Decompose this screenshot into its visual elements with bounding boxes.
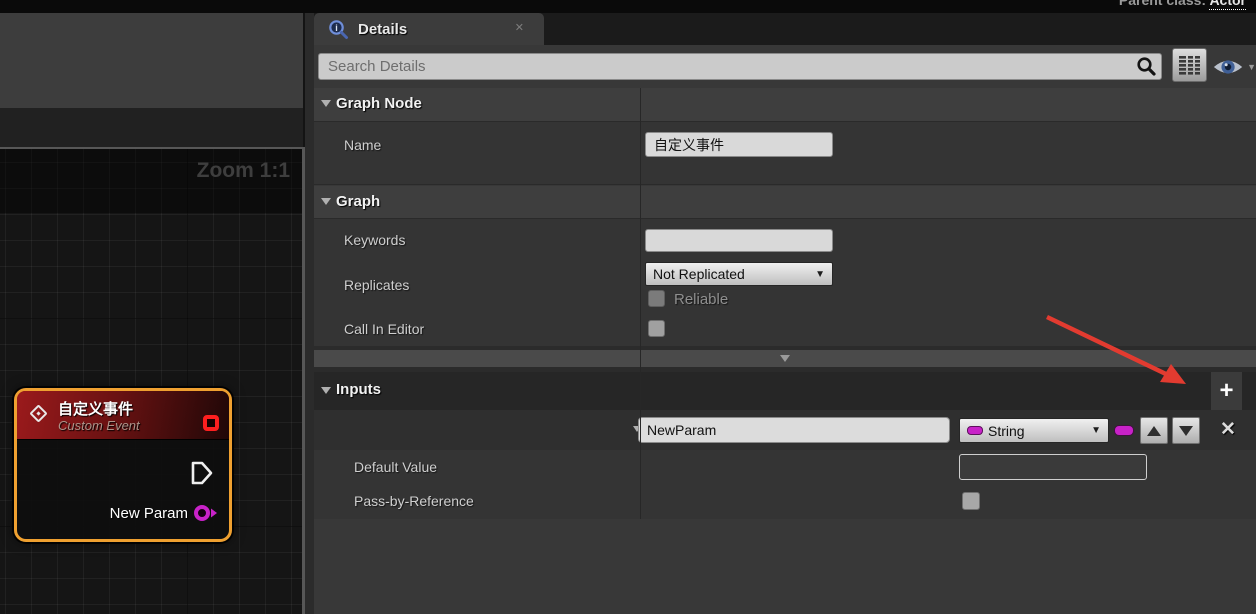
section-header-graph-node[interactable]: Graph Node — [314, 88, 1256, 122]
search-box — [318, 53, 1162, 80]
expand-arrow-icon — [321, 387, 331, 394]
move-param-up-button[interactable] — [1140, 417, 1168, 444]
advanced-expander-bar[interactable] — [314, 350, 1256, 367]
delegate-square-pin[interactable] — [203, 415, 219, 431]
left-empty-panel — [0, 13, 303, 108]
panel-splitter[interactable] — [305, 13, 314, 614]
replicates-value: Not Replicated — [653, 266, 745, 282]
node-title: 自定义事件 — [58, 398, 133, 419]
custom-event-node[interactable]: 自定义事件 Custom Event New Param — [14, 388, 232, 542]
default-value-label: Default Value — [354, 459, 437, 475]
custom-event-icon — [29, 404, 47, 422]
expander-arrow-icon — [780, 355, 790, 362]
svg-text:i: i — [335, 23, 338, 33]
tab-label: Details — [358, 21, 407, 38]
string-type-pill-icon — [967, 426, 983, 435]
graph-tab-strip — [0, 108, 303, 147]
move-param-down-button[interactable] — [1172, 417, 1200, 444]
param-type-dropdown[interactable]: String ▼ — [959, 418, 1109, 443]
default-value-input[interactable] — [959, 454, 1147, 480]
search-details-input[interactable] — [318, 53, 1162, 80]
section-title: Graph — [336, 193, 380, 210]
expand-arrow-icon — [321, 198, 331, 205]
details-info-icon: i — [328, 19, 349, 40]
section-title: Graph Node — [336, 95, 422, 112]
tab-bar: i Details ✕ — [314, 13, 1256, 45]
close-tab-icon[interactable]: ✕ — [515, 21, 524, 34]
section-title: Inputs — [336, 381, 381, 398]
up-arrow-icon — [1147, 426, 1161, 436]
zoom-level-indicator: Zoom 1:1 — [197, 159, 290, 183]
param-pin-label: New Param — [110, 505, 188, 522]
tab-details[interactable]: i Details ✕ — [314, 13, 544, 45]
unreal-blueprint-editor: Parent class: Actor Zoom 1:1 自定义事件 Custo… — [0, 0, 1256, 614]
remove-param-button[interactable]: ✕ — [1220, 418, 1236, 441]
replicates-dropdown[interactable]: Not Replicated ▼ — [645, 262, 833, 286]
display-filter-button[interactable] — [1172, 48, 1207, 82]
pass-by-reference-label: Pass-by-Reference — [354, 493, 474, 509]
chevron-down-icon: ▼ — [815, 269, 825, 280]
keywords-label: Keywords — [344, 232, 405, 248]
node-body: New Param — [17, 440, 229, 539]
parent-class-info: Parent class: Actor — [1119, 0, 1246, 8]
parent-class-label: Parent class: — [1119, 0, 1206, 8]
table-grid-icon — [1179, 56, 1200, 75]
replicates-label: Replicates — [344, 277, 409, 293]
details-panel: i Details ✕ — [314, 13, 1256, 614]
section-header-inputs[interactable]: Inputs + — [314, 372, 1256, 410]
view-options-button[interactable]: ▼ — [1212, 53, 1256, 80]
eye-icon — [1212, 55, 1244, 79]
keywords-input[interactable] — [645, 229, 833, 252]
search-row: ▼ — [314, 45, 1256, 88]
call-in-editor-checkbox[interactable] — [648, 320, 665, 337]
call-in-editor-label: Call In Editor — [344, 321, 424, 337]
node-header[interactable]: 自定义事件 Custom Event — [17, 391, 229, 440]
name-label: Name — [344, 137, 381, 153]
expand-arrow-icon — [321, 100, 331, 107]
output-param-row: New Param — [110, 504, 219, 522]
node-subtitle: Custom Event — [58, 418, 140, 433]
down-arrow-icon — [1179, 426, 1193, 436]
pass-by-reference-checkbox[interactable] — [962, 492, 980, 510]
section-header-graph[interactable]: Graph — [314, 186, 1256, 219]
param-name-input[interactable] — [638, 417, 950, 443]
exec-output-pin[interactable] — [190, 460, 214, 486]
reliable-label: Reliable — [674, 291, 728, 308]
name-input[interactable] — [645, 132, 833, 157]
string-output-pin[interactable] — [193, 504, 219, 522]
param-type-value: String — [988, 423, 1025, 439]
column-divider[interactable] — [640, 88, 641, 519]
container-type-pill-button[interactable] — [1114, 425, 1134, 436]
chevron-down-icon: ▼ — [1091, 425, 1101, 436]
search-icon — [1136, 56, 1157, 77]
reliable-checkbox[interactable] — [648, 290, 665, 307]
add-input-button[interactable]: + — [1211, 372, 1242, 410]
caret-down-icon: ▼ — [1247, 62, 1256, 72]
blueprint-graph-canvas[interactable]: Zoom 1:1 自定义事件 Custom Event New Param — [0, 147, 305, 614]
top-bar: Parent class: Actor — [0, 0, 1256, 13]
parent-class-link[interactable]: Actor — [1209, 0, 1246, 10]
